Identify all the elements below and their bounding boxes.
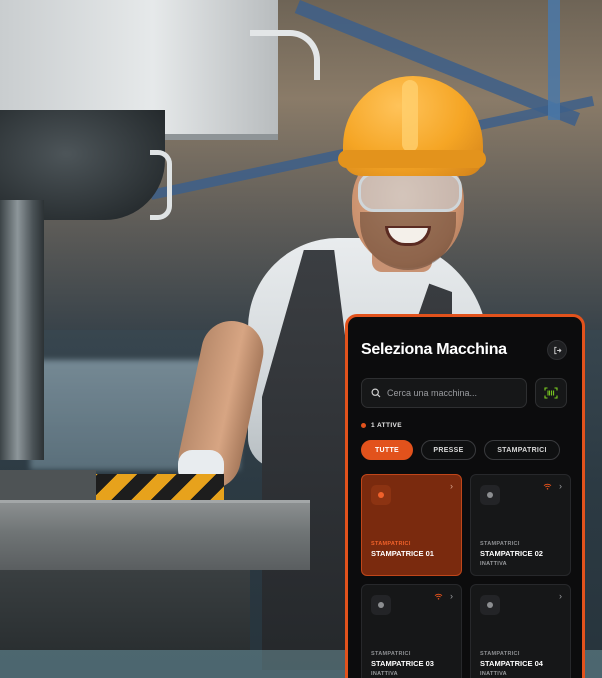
search-icon <box>371 388 381 398</box>
machine-category: STAMPATRICI <box>480 651 520 657</box>
status-dot <box>378 492 384 498</box>
filter-tab-presse[interactable]: PRESSE <box>421 440 476 460</box>
machine-state: INATTIVA <box>480 561 507 567</box>
barcode-scan-icon <box>544 387 558 399</box>
chevron-right-icon: › <box>559 481 562 491</box>
filter-tab-stampatrici[interactable]: STAMPATRICI <box>484 440 560 460</box>
machine-name: STAMPATRICE 04 <box>480 659 543 668</box>
press-machine-column <box>0 200 44 460</box>
machine-status-indicator <box>371 595 391 615</box>
machine-status-indicator <box>480 485 500 505</box>
machine-name: STAMPATRICE 03 <box>371 659 434 668</box>
chevron-right-icon: › <box>450 591 453 601</box>
press-machine-base <box>0 570 250 650</box>
machine-category: STAMPATRICI <box>371 651 411 657</box>
scan-barcode-button[interactable] <box>535 378 567 408</box>
logout-icon <box>553 346 562 354</box>
machine-card-stampatrice-02[interactable]: › STAMPATRICI STAMPATRICE 02 INATTIVA <box>470 474 571 576</box>
machine-category: STAMPATRICI <box>480 541 520 547</box>
panel-header: Seleziona Macchina <box>361 339 567 361</box>
hard-hat-ridge <box>402 80 418 152</box>
chevron-right-icon: › <box>450 481 453 491</box>
status-dot <box>487 602 493 608</box>
machine-name: STAMPATRICE 01 <box>371 549 434 558</box>
machine-state: INATTIVA <box>371 671 398 677</box>
search-box[interactable] <box>361 378 528 408</box>
wifi-icon <box>543 483 552 490</box>
machine-card-stampatrice-04[interactable]: › STAMPATRICI STAMPATRICE 04 INATTIVA <box>470 584 571 678</box>
machine-pipe <box>250 30 320 80</box>
wifi-icon <box>434 593 443 600</box>
machine-card-stampatrice-01[interactable]: › STAMPATRICI STAMPATRICE 01 <box>361 474 462 576</box>
press-machine-bed <box>0 500 310 570</box>
machine-status-indicator <box>480 595 500 615</box>
machine-grid: › STAMPATRICI STAMPATRICE 01 › STAMPATRI… <box>361 474 571 678</box>
machine-selection-panel: Seleziona Macchina 1 ATTIVE TUTTE <box>345 314 585 678</box>
ceiling-beam <box>548 0 560 120</box>
machine-name: STAMPATRICE 02 <box>480 549 543 558</box>
machine-pipe <box>150 150 172 220</box>
search-row <box>361 378 567 408</box>
worker-goggles <box>358 172 462 212</box>
hard-hat-brim <box>338 150 486 168</box>
page-title: Seleziona Macchina <box>361 341 507 358</box>
chevron-right-icon: › <box>559 591 562 601</box>
machine-card-stampatrice-03[interactable]: › STAMPATRICI STAMPATRICE 03 INATTIVA <box>361 584 462 678</box>
filter-tab-tutte[interactable]: TUTTE <box>361 440 413 460</box>
status-dot <box>361 423 366 428</box>
active-count-status: 1 ATTIVE <box>361 422 567 429</box>
status-dot <box>378 602 384 608</box>
machine-category: STAMPATRICI <box>371 541 411 547</box>
filter-tabs: TUTTE PRESSE STAMPATRICI <box>361 440 567 460</box>
machine-status-indicator <box>371 485 391 505</box>
machine-state: INATTIVA <box>480 671 507 677</box>
status-dot <box>487 492 493 498</box>
active-count-label: 1 ATTIVE <box>371 422 403 429</box>
search-input[interactable] <box>387 388 522 398</box>
logout-button[interactable] <box>547 340 567 360</box>
